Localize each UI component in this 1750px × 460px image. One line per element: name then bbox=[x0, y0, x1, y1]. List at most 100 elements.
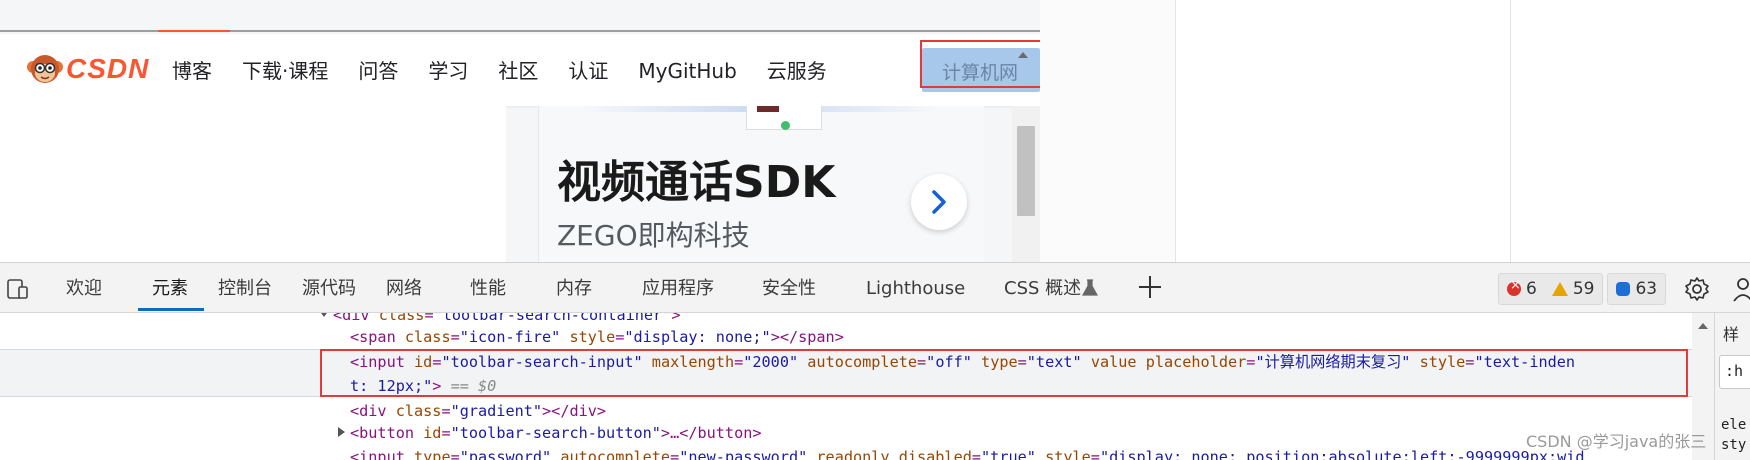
error-count-button[interactable]: 6 59 bbox=[1498, 273, 1604, 305]
attr-value: "display: none;" bbox=[624, 328, 771, 346]
collapse-arrow-icon[interactable] bbox=[338, 427, 345, 437]
attr-equals: = bbox=[424, 313, 434, 324]
top-strip bbox=[0, 0, 1040, 32]
dom-line-gradient[interactable]: <div class="gradient"></div> bbox=[350, 399, 606, 423]
message-icon bbox=[1616, 282, 1631, 296]
nav-item-mygithub[interactable]: MyGitHub bbox=[638, 56, 736, 86]
nav-item-blog[interactable]: 博客 bbox=[172, 56, 212, 86]
styles-line-1: ele bbox=[1721, 417, 1747, 433]
tab-lighthouse[interactable]: Lighthouse bbox=[866, 277, 965, 301]
tag-close: ></span> bbox=[770, 328, 844, 346]
nav-item-community[interactable]: 社区 bbox=[498, 56, 538, 86]
tag-open: <div bbox=[350, 402, 396, 420]
input-node-highlight-box bbox=[320, 349, 1688, 397]
csdn-watermark: CSDN @学习java的张三 bbox=[1526, 432, 1707, 451]
warning-count: 59 bbox=[1572, 279, 1595, 299]
attr-value: "icon-fire" bbox=[459, 328, 561, 346]
attr-value: "true" bbox=[981, 448, 1036, 460]
tag-open: <button bbox=[350, 424, 424, 442]
csdn-toolbar: CSDN 博客 下载·课程 问答 学习 社区 认证 MyGitHub 云服务 计… bbox=[0, 34, 1040, 106]
dom-line-button[interactable]: <button id="toolbar-search-button">…</bu… bbox=[350, 421, 762, 445]
attr-equals: = bbox=[1090, 448, 1100, 460]
attr-value: "toolbar-search-button" bbox=[450, 424, 661, 442]
device-toolbar-icon[interactable] bbox=[6, 277, 30, 301]
attr-name: style bbox=[569, 328, 616, 346]
tag-open: <span bbox=[350, 328, 405, 346]
attr-equals: = bbox=[971, 448, 982, 460]
attr-name: readonly bbox=[816, 448, 890, 460]
styles-tab[interactable]: 样 bbox=[1723, 321, 1739, 345]
tab-elements[interactable]: 元素 bbox=[152, 277, 188, 301]
ad-title: 视频通话SDK bbox=[557, 157, 836, 208]
tab-welcome[interactable]: 欢迎 bbox=[66, 277, 102, 301]
attr-equals: = bbox=[450, 328, 460, 346]
tab-security[interactable]: 安全性 bbox=[762, 277, 816, 301]
nav-item-qa[interactable]: 问答 bbox=[358, 56, 398, 86]
nav-item-learn[interactable]: 学习 bbox=[428, 56, 468, 86]
ad-next-button[interactable] bbox=[911, 174, 967, 230]
main-nav: 博客 下载·课程 问答 学习 社区 认证 MyGitHub 云服务 bbox=[172, 56, 857, 86]
ad-image-dark-block bbox=[757, 106, 779, 112]
attr-value: "toolbar-search-container" bbox=[433, 313, 672, 324]
attr-name: style bbox=[1045, 448, 1091, 460]
nav-item-certification[interactable]: 认证 bbox=[568, 56, 608, 86]
right-side-strip bbox=[1040, 0, 1176, 262]
more-tools-plus-icon[interactable] bbox=[1136, 273, 1164, 301]
tab-application[interactable]: 应用程序 bbox=[642, 277, 714, 301]
active-tab-underline bbox=[138, 308, 204, 311]
ad-card[interactable]: 视频通话SDK ZEGO即构科技 bbox=[538, 106, 984, 262]
nav-accent-line bbox=[158, 30, 230, 32]
devtools-panel: 欢迎 元素 控制台 源代码 网络 性能 内存 应用程序 安全性 Lighthou… bbox=[0, 262, 1750, 460]
chevron-right-icon bbox=[932, 190, 946, 214]
tab-console[interactable]: 控制台 bbox=[218, 277, 272, 301]
page-scrollbar-thumb[interactable] bbox=[1017, 126, 1035, 216]
tab-network[interactable]: 网络 bbox=[386, 277, 422, 301]
logo-text: CSDN bbox=[66, 53, 150, 84]
styles-pane: 样 :h ele sty bbox=[1714, 313, 1750, 460]
tab-memory[interactable]: 内存 bbox=[556, 277, 592, 301]
attr-value: "password" bbox=[459, 448, 552, 460]
error-count: 6 bbox=[1526, 279, 1537, 299]
attr-value: "gradient" bbox=[450, 402, 543, 420]
message-count-button[interactable]: 63 bbox=[1607, 273, 1667, 305]
error-icon bbox=[1507, 278, 1521, 296]
attr-name: class bbox=[395, 402, 442, 420]
attr-equals: = bbox=[441, 402, 451, 420]
tab-performance[interactable]: 性能 bbox=[470, 277, 506, 301]
attr-equals: = bbox=[615, 328, 625, 346]
page-scrollbar[interactable] bbox=[1012, 106, 1040, 262]
styles-filter-text: :h bbox=[1725, 362, 1744, 380]
csdn-logo[interactable]: CSDN bbox=[26, 51, 149, 87]
attr-value: "display: none; position:absolute;left:-… bbox=[1099, 448, 1585, 460]
tag-close: ></div> bbox=[542, 402, 607, 420]
gear-icon[interactable] bbox=[1683, 275, 1711, 303]
nav-item-cloud-service[interactable]: 云服务 bbox=[767, 56, 827, 86]
tag-close: > bbox=[671, 313, 681, 324]
issue-counters: 6 59 63 bbox=[1498, 273, 1667, 305]
tab-css-overview[interactable]: CSS 概述 bbox=[1004, 277, 1081, 301]
styles-filter-input[interactable]: :h bbox=[1719, 355, 1750, 389]
attr-equals: = bbox=[441, 424, 451, 442]
scroll-up-arrow-icon[interactable] bbox=[1698, 323, 1708, 329]
attr-name: class bbox=[404, 328, 451, 346]
search-highlight-box bbox=[920, 40, 1040, 88]
warning-icon bbox=[1551, 282, 1568, 296]
screen: CSDN 博客 下载·课程 问答 学习 社区 认证 MyGitHub 云服务 计… bbox=[0, 0, 1750, 460]
tab-sources[interactable]: 源代码 bbox=[302, 277, 356, 301]
attr-name: disabled bbox=[898, 448, 972, 460]
page-viewport: CSDN 博客 下载·课程 问答 学习 社区 认证 MyGitHub 云服务 计… bbox=[0, 0, 1040, 262]
devtools-tabbar: 欢迎 元素 控制台 源代码 网络 性能 内存 应用程序 安全性 Lighthou… bbox=[0, 263, 1750, 313]
attr-name: type bbox=[414, 448, 451, 460]
dom-line-span[interactable]: <span class="icon-fire" style="display: … bbox=[350, 325, 844, 349]
expand-arrow-icon[interactable] bbox=[319, 313, 329, 317]
attr-name: id bbox=[423, 424, 442, 442]
dom-line-password[interactable]: <input type="password" autocomplete="new… bbox=[350, 445, 1585, 460]
experiment-flask-icon bbox=[1082, 279, 1098, 296]
profile-icon[interactable] bbox=[1732, 275, 1750, 303]
ad-image-strip bbox=[746, 106, 822, 130]
tag-close: >…</button> bbox=[660, 424, 762, 442]
nav-item-download-course[interactable]: 下载·课程 bbox=[242, 56, 328, 86]
attr-value: "new-password" bbox=[679, 448, 808, 460]
elements-tree: <div class="toolbar-search-container"> <… bbox=[0, 313, 1692, 460]
ad-image-green-dot bbox=[781, 121, 790, 130]
